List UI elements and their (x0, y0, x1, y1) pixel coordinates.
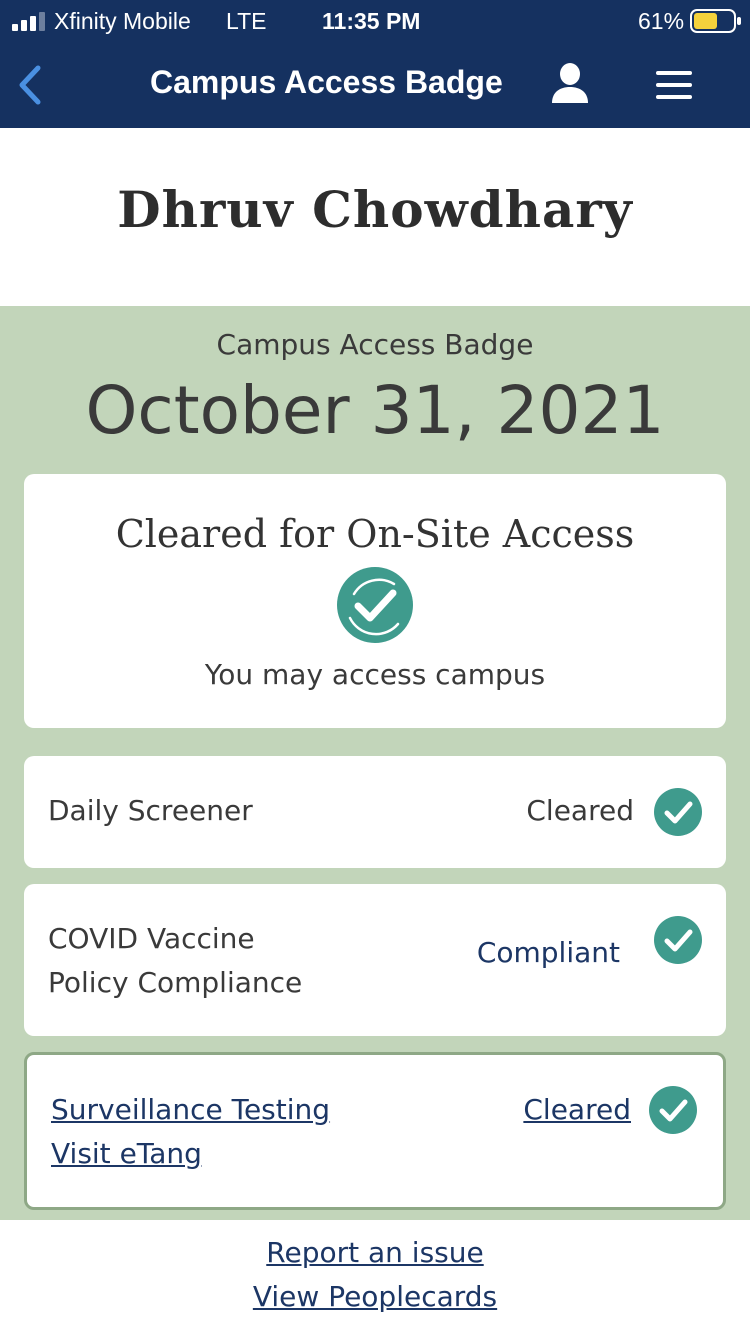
badge-date: October 31, 2021 (85, 372, 665, 449)
surveillance-testing-card: Surveillance Testing Visit eTang Cleared (24, 1052, 726, 1210)
check-circle-icon (337, 567, 413, 643)
status-time: 11:35 PM (322, 8, 421, 34)
cellular-signal-icon (12, 12, 45, 31)
check-circle-icon (649, 1086, 697, 1134)
footer-report-row: Report an issue (0, 1236, 750, 1269)
check-circle-icon (654, 788, 702, 836)
badge-panel: Campus Access Badge October 31, 2021 Cle… (0, 306, 750, 1220)
vaccine-label-line1: COVID Vaccine (48, 922, 255, 955)
network-type: LTE (226, 8, 267, 34)
view-peoplecards-link[interactable]: View Peoplecards (253, 1280, 497, 1313)
hamburger-menu-icon[interactable] (654, 68, 694, 102)
chevron-left-icon[interactable] (14, 62, 48, 108)
badge-label: Campus Access Badge (216, 328, 534, 361)
top-bar: Xfinity Mobile LTE 11:35 PM 61% Campus A… (0, 0, 750, 128)
footer-peoplecards-row: View Peoplecards (0, 1280, 750, 1313)
vaccine-status: Compliant (476, 936, 620, 969)
daily-screener-label: Daily Screener (48, 794, 253, 827)
surveillance-status-link[interactable]: Cleared (523, 1093, 631, 1126)
navigation-bar: Campus Access Badge (0, 42, 750, 128)
carrier-name: Xfinity Mobile (54, 8, 191, 34)
daily-screener-status: Cleared (526, 794, 634, 827)
battery-icon (690, 9, 741, 33)
clearance-card: Cleared for On-Site Access You may acces… (24, 474, 726, 728)
check-circle-icon (654, 916, 702, 964)
access-message: You may access campus (204, 658, 546, 691)
daily-screener-card: Daily Screener Cleared (24, 756, 726, 868)
vaccine-label-line2: Policy Compliance (48, 966, 303, 999)
status-bar: Xfinity Mobile LTE 11:35 PM 61% (0, 0, 750, 42)
visit-etang-link[interactable]: Visit eTang (51, 1137, 202, 1170)
surveillance-testing-link[interactable]: Surveillance Testing (51, 1093, 330, 1126)
vaccine-compliance-card: COVID Vaccine Policy Compliance Complian… (24, 884, 726, 1036)
nav-title: Campus Access Badge (150, 64, 503, 100)
name-header: Dhruv Chowdhary (0, 128, 750, 306)
person-name: Dhruv Chowdhary (117, 180, 633, 239)
report-issue-link[interactable]: Report an issue (266, 1236, 483, 1269)
user-icon[interactable] (550, 62, 590, 104)
clearance-heading: Cleared for On-Site Access (115, 512, 635, 556)
battery-percent: 61% (638, 8, 685, 34)
